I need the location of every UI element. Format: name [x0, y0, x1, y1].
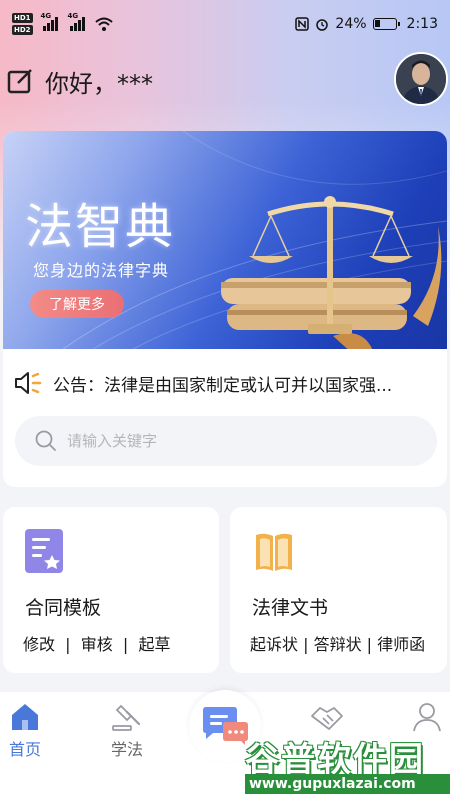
user-photo	[396, 54, 446, 104]
announcement-text: 公告：法律是由国家制定或认可并以国家强...	[53, 375, 393, 396]
network-type-label: 4G	[67, 12, 79, 20]
learn-more-button[interactable]: 了解更多	[30, 290, 124, 318]
feature-links[interactable]: 修改 | 审核 | 起草	[23, 631, 170, 655]
clock: 2:13	[406, 16, 438, 32]
justice-scale-illustration	[221, 196, 442, 349]
user-icon	[413, 703, 441, 732]
greeting-text: 你好，***	[45, 70, 153, 98]
feature-links[interactable]: 起诉状 | 答辩状 | 律师函	[250, 631, 425, 655]
battery-icon	[372, 18, 400, 30]
search-input[interactable]	[67, 432, 387, 450]
watermark: 谷普软件园 www.gupuxlazai.com	[245, 732, 450, 800]
wifi-icon	[94, 17, 113, 31]
speaker-icon	[15, 372, 42, 394]
home-icon	[12, 704, 38, 730]
chat-icon	[203, 707, 248, 745]
announcement-bar[interactable]: 公告：法律是由国家制定或认可并以国家强...	[13, 363, 443, 403]
nav-learn-label: 学法	[110, 740, 143, 759]
status-left: HD1 HD2 4G 4G	[12, 12, 113, 35]
gavel-icon	[112, 704, 141, 731]
handshake-icon	[311, 707, 343, 730]
hd1-badge: HD1	[12, 13, 33, 23]
contract-doc-icon	[25, 529, 63, 573]
signal-icon: 4G	[68, 12, 85, 31]
book-icon	[256, 533, 292, 571]
hd-indicator: HD1 HD2	[12, 13, 33, 35]
nav-home[interactable]: 首页	[0, 702, 60, 760]
header: 你好，***	[0, 52, 450, 108]
status-bar: HD1 HD2 4G 4G 24% 2:13	[0, 0, 450, 48]
watermark-url: www.gupuxlazai.com	[245, 774, 450, 794]
nav-profile[interactable]	[392, 702, 450, 732]
network-type-label: 4G	[40, 12, 52, 20]
banner-subtitle: 您身边的法律字典	[33, 261, 170, 280]
nfc-icon	[295, 17, 310, 31]
edit-icon[interactable]	[6, 67, 34, 95]
feature-title: 合同模板	[25, 597, 102, 619]
alarm-icon	[316, 19, 329, 31]
banner-title: 法智典	[25, 199, 176, 255]
contract-template-card[interactable]: 合同模板 修改 | 审核 | 起草	[3, 507, 219, 673]
search-bar[interactable]	[15, 416, 437, 466]
search-icon	[35, 430, 56, 451]
nav-learn[interactable]: 学法	[92, 702, 162, 760]
hd2-badge: HD2	[12, 25, 33, 35]
avatar[interactable]	[394, 52, 448, 106]
battery-percent: 24%	[335, 16, 367, 32]
signal-icon: 4G	[41, 12, 58, 31]
promo-banner[interactable]: 法智典 您身边的法律字典 了解更多	[3, 131, 447, 349]
nav-cooperation[interactable]	[292, 702, 362, 732]
nav-home-label: 首页	[8, 740, 41, 759]
feature-title: 法律文书	[252, 597, 329, 619]
main-card: 法智典 您身边的法律字典 了解更多 公告：法律是由国家制定或认可并以国家强...…	[3, 131, 447, 487]
legal-document-card[interactable]: 法律文书 起诉状 | 答辩状 | 律师函	[230, 507, 447, 673]
status-right: 24% 2:13	[295, 16, 438, 32]
